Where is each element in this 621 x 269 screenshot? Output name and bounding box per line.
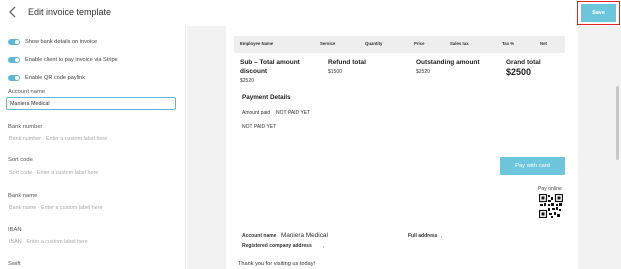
toggle-label: Show bank details on invoice [25,39,98,45]
column-header: Tax % [502,41,515,46]
toggle-switch[interactable] [8,57,20,63]
column-header: Employee Name [240,41,274,46]
pay-online-label: Pay online [538,186,562,192]
subtotal-value: $2520 [240,78,254,84]
refund-value: $1500 [328,69,342,75]
invoice-footer-text: Thank you for visiting us today! [238,261,316,267]
column-header: Quantity [365,41,383,46]
iban-field[interactable]: IBAN · Enter a custom label here [6,236,176,249]
payment-details-title: Payment Details [242,94,291,101]
amount-paid-value: NOT PAID YET [276,110,311,116]
toggle-switch[interactable] [8,75,20,81]
toggle-qr-paylink[interactable]: Enable QR code paylink [8,73,85,83]
full-address-value: , [441,233,443,239]
save-button[interactable]: Save [581,4,616,22]
column-header: Net [540,41,547,46]
grand-total-label: Grand total [506,59,541,66]
full-address-label: Full address [408,233,438,239]
bank-name-label: Bank name [8,193,38,199]
chevron-left-icon[interactable] [7,5,19,19]
swift-label: Swift [8,261,21,267]
pay-with-card-button[interactable]: Pay with card [500,157,565,175]
column-header: Sales tax [450,41,469,46]
column-header: Price [414,41,425,46]
payment-status: NOT PAID YET [242,124,277,130]
bank-name-field[interactable]: Bank name · Enter a custom label here [6,202,176,215]
toggle-stripe-payment[interactable]: Enable client to pay invoice via Stripe [8,55,118,65]
registered-address-value: , [323,243,325,249]
toggle-show-bank-details[interactable]: Show bank details on invoice [8,37,97,47]
account-name-label: Account name [8,89,46,95]
bank-number-field[interactable]: Bank number · Enter a custom label here [6,133,176,146]
subtotal-label-line1: Sub – Total amount [240,59,300,66]
column-header: Service [320,41,336,46]
outstanding-value: $2520 [416,69,430,75]
toggle-label: Enable QR code paylink [25,75,86,81]
account-name-preview-label: Account name [242,233,277,239]
registered-address-label: Registered company address [242,243,312,249]
sort-code-field[interactable]: Sort code · Enter a custom label here [6,167,176,180]
bank-number-label: Bank number [8,124,43,130]
scrollbar[interactable] [616,86,619,160]
outstanding-label: Outstanding amount [416,59,480,66]
iban-label: IBAN [8,227,22,233]
grand-total-value: $2500 [506,67,532,77]
sort-code-label: Sort code [8,157,33,163]
toggle-label: Enable client to pay invoice via Stripe [25,57,118,63]
toggle-switch[interactable] [8,39,20,45]
invoice-table-header [234,36,565,53]
account-name-field[interactable]: Maniera Medical [6,97,176,110]
account-name-preview-value: Maniera Medical [281,232,328,239]
qr-code-icon [538,193,564,219]
refund-label: Refund total [328,59,366,66]
header-bar: Edit invoice template Save [0,0,621,26]
subtotal-label-line2: discount [240,68,268,75]
amount-paid-label: Amount paid [242,110,271,116]
page-title: Edit invoice template [28,7,112,17]
